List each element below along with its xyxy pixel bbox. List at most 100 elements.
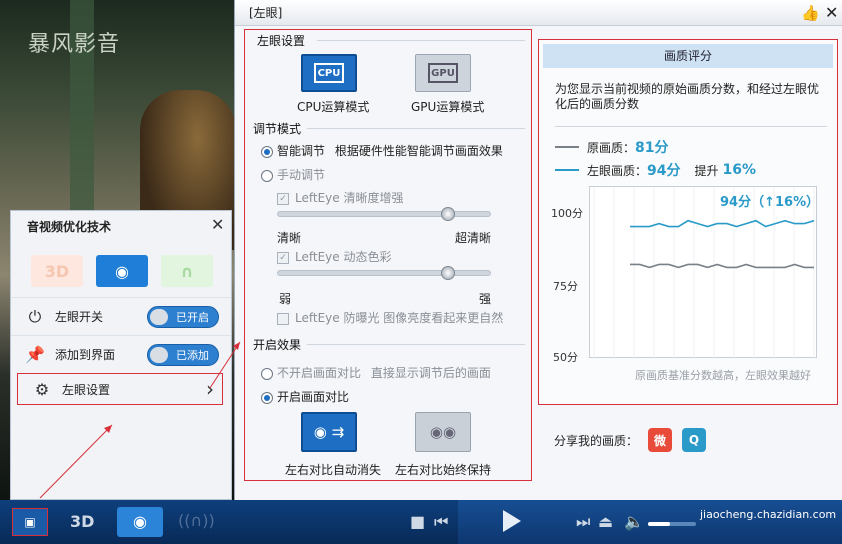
settings-panel: 左眼设置 CPU GPU CPU运算模式 GPU运算模式 调节模式 智能调节 根…	[244, 29, 532, 481]
cpu-mode-button[interactable]: CPU	[301, 54, 357, 92]
volume-button[interactable]: 🔈	[624, 512, 644, 531]
eject-button[interactable]: ⏏	[598, 512, 613, 531]
score-description: 为您显示当前视频的原始画质分数，和经过左眼优化后的画质分数	[555, 82, 820, 111]
clarity-min-label: 清晰	[277, 231, 302, 245]
radio-icon	[261, 367, 273, 380]
close-icon[interactable]: ✕	[211, 215, 224, 234]
clarity-max-label: 超清晰	[455, 231, 492, 245]
auto-vanish-label: 左右对比自动消失	[285, 463, 382, 477]
next-button[interactable]: ⏭	[576, 512, 590, 532]
toolbox-icon: ▣	[24, 515, 36, 529]
color-min-label: 弱	[279, 292, 292, 306]
compare-keep-button[interactable]: ◉◉	[415, 412, 471, 452]
legend-left-eye-label: 左眼画质：	[587, 163, 648, 178]
speaker-icon: 🔈	[624, 512, 644, 531]
cpu-chip-icon: CPU	[314, 63, 344, 83]
divider	[307, 344, 525, 345]
stop-button[interactable]: ■	[410, 512, 425, 531]
legend-line-original	[555, 146, 579, 148]
tab-audio[interactable]: ∩	[161, 255, 213, 287]
quality-chart: 94分（↑16%）	[589, 186, 820, 359]
row-left-eye-settings[interactable]: ⚙ 左眼设置 ›	[17, 373, 223, 405]
row-label: 左眼设置	[62, 382, 111, 397]
eye-icon: ◉	[115, 261, 129, 281]
left-eye-toggle[interactable]: 已开启	[147, 305, 219, 328]
dynamic-color-label: LeftEye 动态色彩	[295, 250, 392, 264]
power-icon: ⏻	[28, 306, 42, 326]
clarity-enhance-label: LeftEye 清晰度增强	[295, 191, 404, 205]
quality-chart-svg	[593, 187, 815, 359]
no-compare-radio[interactable]: 不开启画面对比 直接显示调节后的画面	[261, 364, 491, 381]
clarity-enhance-checkbox[interactable]: ✓ LeftEye 清晰度增强	[277, 189, 403, 206]
score-header: 画质评分	[543, 44, 833, 68]
previous-button[interactable]: ⏮	[434, 512, 448, 532]
clarity-slider[interactable]	[277, 211, 491, 217]
qzone-share-icon[interactable]: Q	[682, 428, 707, 452]
legend-original: 原画质： 81分	[555, 137, 669, 157]
3d-button[interactable]: 3D	[70, 512, 94, 531]
close-icon[interactable]: ✕	[825, 3, 838, 22]
toolbox-button[interactable]: ▣	[12, 508, 48, 536]
anti-exposure-checkbox[interactable]: LeftEye 防曝光 图像亮度看起来更自然	[277, 309, 503, 326]
radio-selected-icon	[261, 391, 273, 404]
divider	[317, 40, 525, 41]
color-slider-handle[interactable]	[441, 266, 455, 280]
eject-icon: ⏏	[598, 512, 614, 531]
headphones-icon: ((∩))	[178, 511, 215, 530]
left-eye-score: 94分	[647, 163, 681, 179]
dialog-title: [左眼]	[235, 0, 842, 26]
smart-adjust-label: 智能调节	[277, 144, 326, 158]
thumbs-up-icon[interactable]: 👍	[801, 4, 820, 22]
compare-auto-vanish-button[interactable]: ◉ ⇉	[301, 412, 357, 452]
checkbox-checked-icon: ✓	[277, 251, 289, 264]
play-icon[interactable]	[503, 510, 521, 532]
weibo-share-icon[interactable]: 微	[648, 428, 673, 452]
dynamic-color-checkbox[interactable]: ✓ LeftEye 动态色彩	[277, 248, 391, 265]
manual-adjust-label: 手动调节	[277, 168, 326, 182]
checkbox-checked-icon: ✓	[277, 192, 289, 205]
no-compare-label: 不开启画面对比	[277, 366, 362, 380]
radio-selected-icon	[261, 145, 273, 158]
next-icon: ⏭	[576, 512, 591, 531]
legend-line-left-eye	[555, 169, 579, 171]
color-slider[interactable]	[277, 270, 491, 276]
anti-exposure-label: LeftEye 防曝光 图像亮度看起来更自然	[295, 311, 504, 325]
boost-label: 提升	[694, 163, 719, 178]
row-add-to-ui: 📌 添加到界面 已添加	[11, 335, 231, 373]
tab-left-eye[interactable]: ◉	[96, 255, 148, 287]
y-tick-label: 100分	[551, 207, 583, 220]
cpu-mode-label: CPU运算模式	[297, 100, 370, 114]
left-eye-dialog: [左眼] 👍 ✕ 左眼设置 CPU GPU CPU运算模式 GPU运算模式 调节…	[234, 0, 842, 500]
boost-value: 16%	[722, 162, 757, 178]
audio-button[interactable]: ((∩))	[178, 511, 215, 530]
manual-adjust-radio[interactable]: 手动调节	[261, 166, 325, 183]
legend-left-eye: 左眼画质： 94分 提升 16%	[555, 160, 756, 180]
smart-adjust-radio[interactable]: 智能调节 根据硬件性能智能调节画面效果	[261, 142, 503, 159]
tab-3d[interactable]: 3D	[31, 255, 83, 287]
tab-3d-label: 3D	[44, 261, 70, 281]
popup-title: 音视频优化技术	[27, 220, 112, 234]
y-tick-label: 50分	[553, 351, 578, 364]
optimization-popup: 音视频优化技术 ✕ 3D ◉ ∩ ⏻ 左眼开关 已开启 📌 添加到界面 已添加 …	[10, 210, 232, 500]
keep-label: 左右对比始终保持	[395, 463, 492, 477]
eye-icon: ◉	[133, 512, 147, 531]
clarity-slider-handle[interactable]	[441, 207, 455, 221]
share-row: 分享我的画质： 微 Q	[554, 428, 707, 452]
add-to-ui-toggle[interactable]: 已添加	[147, 343, 219, 366]
chart-annotation: 94分（↑16%）	[720, 195, 820, 210]
original-score: 81分	[635, 140, 669, 156]
enable-compare-label: 开启画面对比	[277, 390, 350, 404]
gear-icon: ⚙	[34, 379, 50, 399]
gpu-mode-button[interactable]: GPU	[415, 54, 471, 92]
enable-compare-radio[interactable]: 开启画面对比	[261, 388, 349, 405]
volume-level	[648, 522, 670, 526]
series-line-original	[630, 263, 814, 269]
section-on-effect: 开启效果	[253, 338, 302, 352]
chart-note: 原画质基准分数越高，左眼效果越好	[635, 369, 811, 382]
share-label: 分享我的画质：	[554, 433, 639, 448]
left-eye-button[interactable]: ◉	[117, 507, 163, 537]
radio-icon	[261, 169, 273, 182]
gpu-mode-label: GPU运算模式	[411, 100, 485, 114]
row-left-eye-switch: ⏻ 左眼开关 已开启	[11, 297, 231, 335]
quality-score-panel: 画质评分 为您显示当前视频的原始画质分数，和经过左眼优化后的画质分数 原画质： …	[538, 39, 838, 405]
